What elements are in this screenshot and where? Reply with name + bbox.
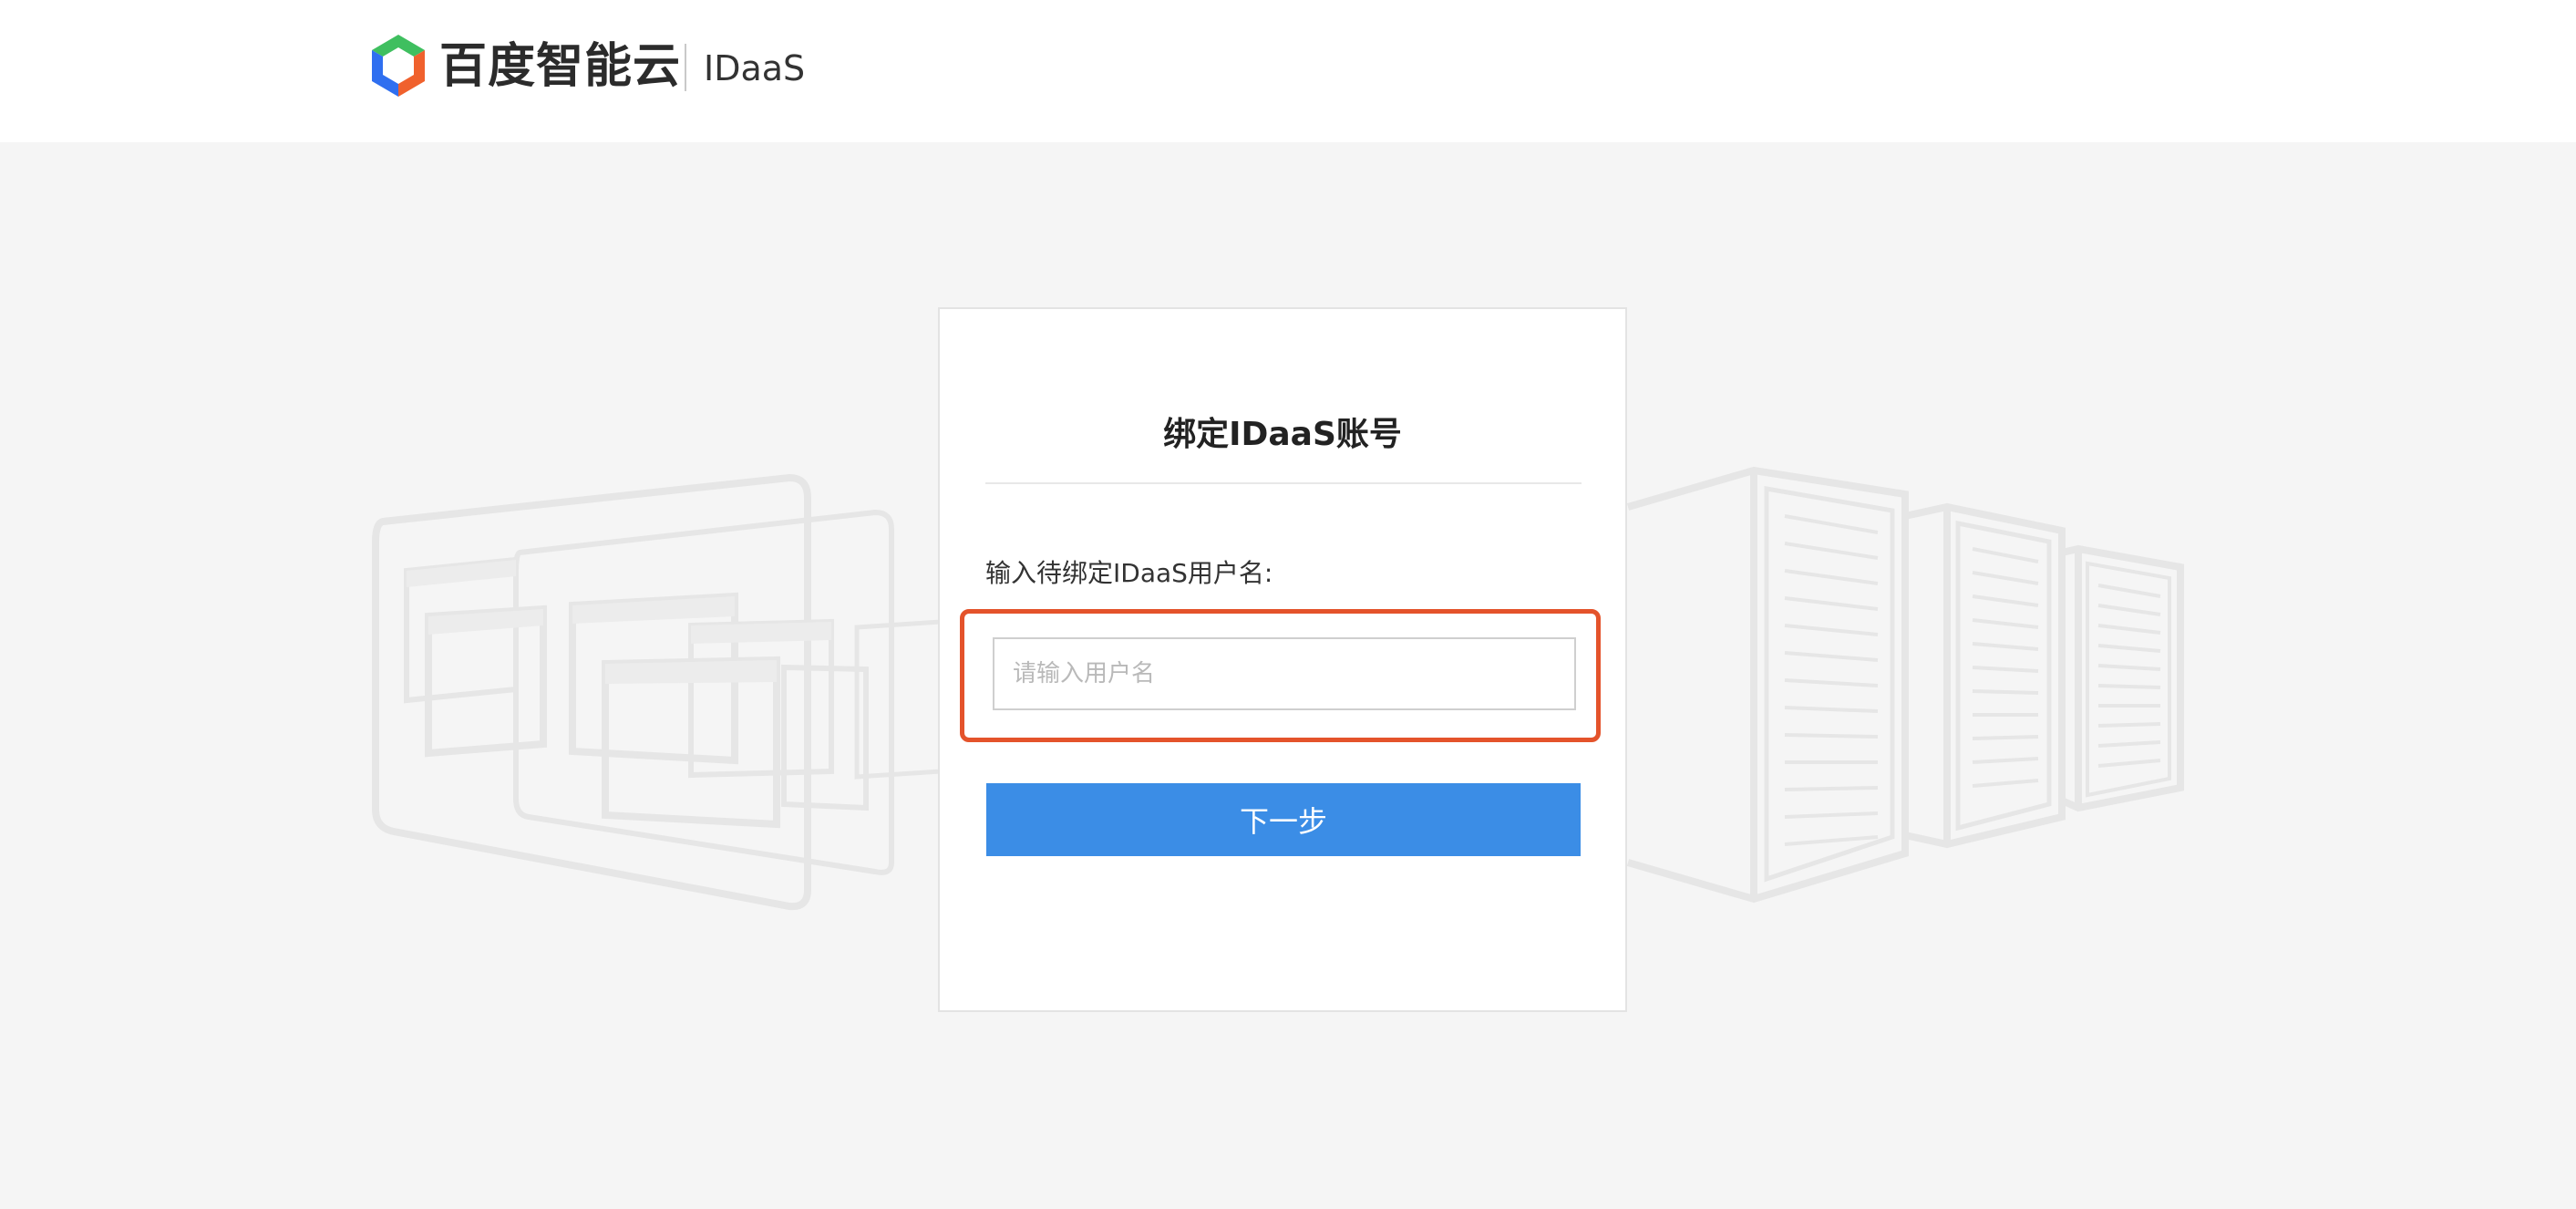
card-title: 绑定IDaaS账号 — [1163, 416, 1402, 453]
bind-account-card: 绑定IDaaS账号 输入待绑定IDaaS用户名: 下一步 — [938, 307, 1627, 1012]
username-input[interactable] — [993, 637, 1576, 710]
title-divider — [985, 482, 1582, 484]
username-label: 输入待绑定IDaaS用户名: — [985, 558, 1273, 588]
product-name: IDaaS — [704, 48, 806, 88]
brand-divider — [685, 44, 686, 91]
brand-name: 百度智能云 — [439, 39, 682, 94]
top-header: 百度智能云 IDaaS — [0, 0, 2576, 142]
next-step-button[interactable]: 下一步 — [986, 783, 1581, 856]
baidu-cloud-logo-icon — [372, 35, 425, 97]
